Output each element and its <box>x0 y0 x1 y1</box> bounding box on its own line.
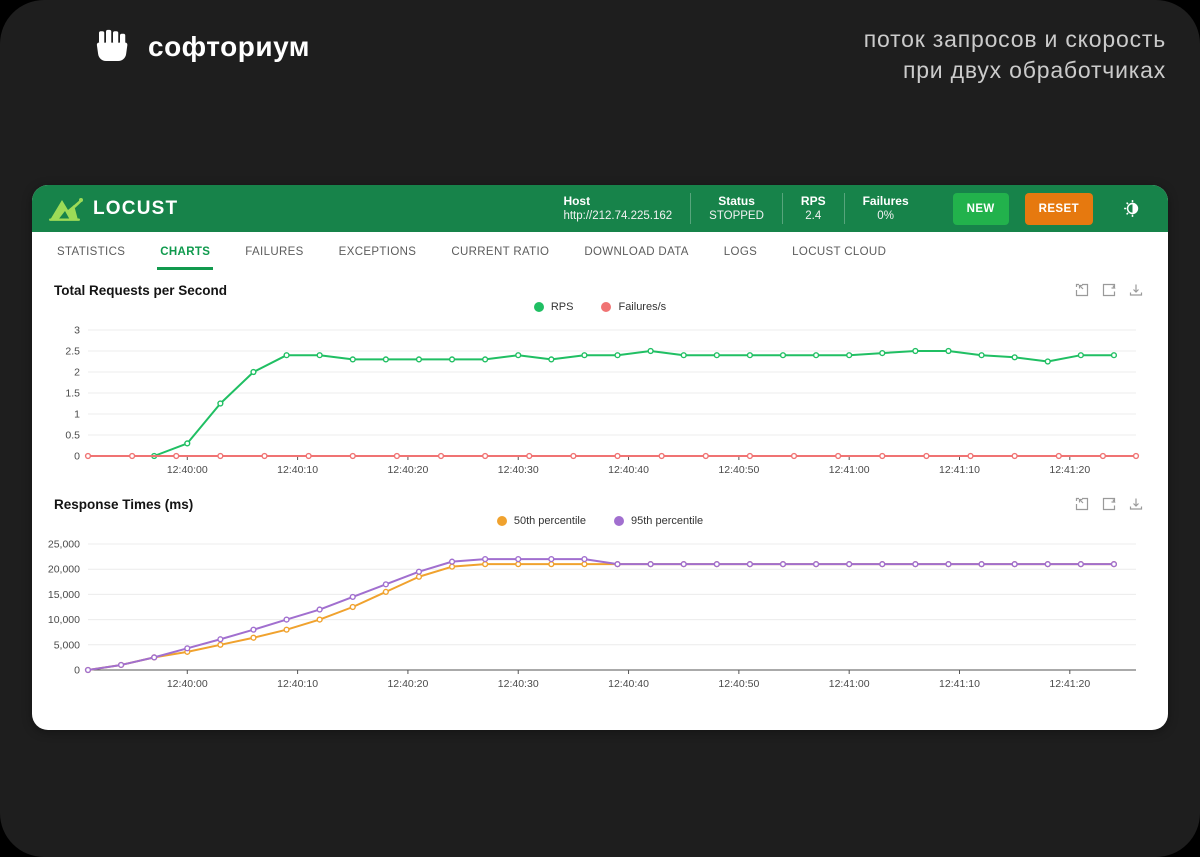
download-image-icon[interactable] <box>1128 282 1144 298</box>
response-times-chart-legend: 50th percentile 95th percentile <box>32 512 1168 530</box>
svg-text:5,000: 5,000 <box>54 639 80 651</box>
svg-text:12:41:10: 12:41:10 <box>939 464 980 476</box>
tab-current-ratio[interactable]: CURRENT RATIO <box>448 234 552 270</box>
svg-text:1: 1 <box>74 409 80 421</box>
new-test-button[interactable]: NEW <box>952 192 1009 225</box>
svg-text:0: 0 <box>74 451 80 463</box>
svg-text:12:41:20: 12:41:20 <box>1049 678 1090 690</box>
svg-text:12:41:10: 12:41:10 <box>939 678 980 690</box>
svg-text:2: 2 <box>74 367 80 379</box>
tagline-line2: при двух обработчиках <box>902 57 1166 83</box>
restore-icon[interactable] <box>1101 496 1117 512</box>
failures-label: Failures <box>862 194 909 208</box>
tab-statistics[interactable]: STATISTICS <box>54 234 128 270</box>
locust-app-window: LOCUST Host http://212.74.225.162 Status… <box>32 185 1168 730</box>
tagline-line1: поток запросов и скорость <box>863 26 1166 52</box>
dark-mode-icon <box>1124 200 1139 217</box>
rps-stat: RPS 2.4 <box>781 193 844 224</box>
svg-text:25,000: 25,000 <box>48 539 80 551</box>
p50-legend-dot <box>496 516 507 526</box>
tab-bar: STATISTICS CHARTS FAILURES EXCEPTIONS CU… <box>32 232 1168 270</box>
app-name: LOCUST <box>93 197 179 219</box>
svg-text:12:41:20: 12:41:20 <box>1049 464 1090 476</box>
failures-legend-dot <box>601 302 612 312</box>
download-image-icon[interactable] <box>1128 496 1144 512</box>
rps-label: RPS <box>800 194 826 208</box>
restore-icon[interactable] <box>1101 282 1117 298</box>
svg-text:3: 3 <box>74 325 80 337</box>
rps-legend-dot <box>533 302 544 312</box>
locust-logo[interactable]: LOCUST <box>48 196 178 222</box>
svg-text:12:40:00: 12:40:00 <box>167 678 208 690</box>
rps-chart-section: Total Requests per Second RPS Failures/s… <box>32 280 1168 484</box>
svg-text:0: 0 <box>74 665 80 677</box>
status-label: Status <box>718 194 755 208</box>
tab-download-data[interactable]: DOWNLOAD DATA <box>581 234 691 270</box>
fist-icon <box>96 29 128 61</box>
svg-text:12:40:40: 12:40:40 <box>608 678 649 690</box>
tagline: поток запросов и скорость при двух обраб… <box>864 24 1166 86</box>
svg-text:12:40:10: 12:40:10 <box>277 464 318 476</box>
host-label: Host <box>563 194 591 208</box>
tab-charts[interactable]: CHARTS <box>157 234 214 270</box>
grasshopper-icon <box>49 197 83 221</box>
tab-locust-cloud[interactable]: LOCUST CLOUD <box>789 234 889 270</box>
brand: софториум <box>92 26 310 68</box>
data-zoom-icon[interactable] <box>1074 282 1090 298</box>
svg-text:15,000: 15,000 <box>48 589 80 601</box>
data-zoom-icon[interactable] <box>1074 496 1090 512</box>
response-times-chart-title: Response Times (ms) <box>54 496 194 512</box>
reset-button[interactable]: RESET <box>1024 192 1093 225</box>
svg-text:12:40:40: 12:40:40 <box>608 464 649 476</box>
svg-text:12:41:00: 12:41:00 <box>829 678 870 690</box>
host-value: http://212.74.225.162 <box>563 210 673 222</box>
rps-chart-legend: RPS Failures/s <box>32 298 1168 316</box>
status-value: STOPPED <box>709 210 764 222</box>
status-stat: Status STOPPED <box>690 193 782 224</box>
svg-text:10,000: 10,000 <box>48 614 80 626</box>
brand-name: софториум <box>148 31 310 62</box>
failures-stat: Failures 0% <box>843 193 927 224</box>
svg-text:1.5: 1.5 <box>65 388 80 400</box>
app-header: LOCUST Host http://212.74.225.162 Status… <box>32 185 1168 232</box>
host-stat: Host http://212.74.225.162 <box>563 193 690 224</box>
chart-toolbox <box>1074 282 1144 298</box>
dark-frame: софториум поток запросов и скорость при … <box>0 0 1200 857</box>
svg-text:12:40:00: 12:40:00 <box>167 464 208 476</box>
svg-text:12:40:10: 12:40:10 <box>277 678 318 690</box>
svg-text:12:40:30: 12:40:30 <box>498 464 539 476</box>
response-times-chart[interactable]: 0 5,000 10,000 15,000 20,000 25,000 12:40:00 12… <box>32 530 1168 702</box>
svg-text:12:40:50: 12:40:50 <box>718 678 759 690</box>
svg-text:12:40:20: 12:40:20 <box>387 464 428 476</box>
rps-value: 2.4 <box>805 210 822 222</box>
legend-item-rps[interactable]: RPS <box>533 301 573 313</box>
tab-logs[interactable]: LOGS <box>721 234 760 270</box>
svg-text:12:40:30: 12:40:30 <box>498 678 539 690</box>
legend-item-50th[interactable]: 50th percentile <box>496 515 586 527</box>
tab-failures[interactable]: FAILURES <box>242 234 306 270</box>
failures-value: 0% <box>877 210 894 222</box>
legend-item-95th[interactable]: 95th percentile <box>614 515 703 527</box>
header-stats: Host http://212.74.225.162 Status STOPPE… <box>563 193 926 224</box>
svg-text:0.5: 0.5 <box>65 430 80 442</box>
theme-toggle-button[interactable] <box>1119 195 1146 222</box>
p95-legend-dot <box>614 516 624 526</box>
rps-chart-title: Total Requests per Second <box>54 282 228 298</box>
svg-text:12:40:50: 12:40:50 <box>718 464 759 476</box>
legend-item-failures[interactable]: Failures/s <box>601 301 666 313</box>
tab-exceptions[interactable]: EXCEPTIONS <box>336 234 420 270</box>
response-times-chart-section: Response Times (ms) 50th percentile 95th… <box>32 494 1168 702</box>
svg-text:12:40:20: 12:40:20 <box>387 678 428 690</box>
chart-toolbox <box>1074 496 1144 512</box>
svg-text:2.5: 2.5 <box>65 346 80 358</box>
svg-text:12:41:00: 12:41:00 <box>829 464 870 476</box>
rps-chart[interactable]: 0 0.5 1 1.5 2 2.5 3 12:40:00 12:40:10 12:40:20 12:… <box>32 316 1168 484</box>
svg-text:20,000: 20,000 <box>48 564 80 576</box>
